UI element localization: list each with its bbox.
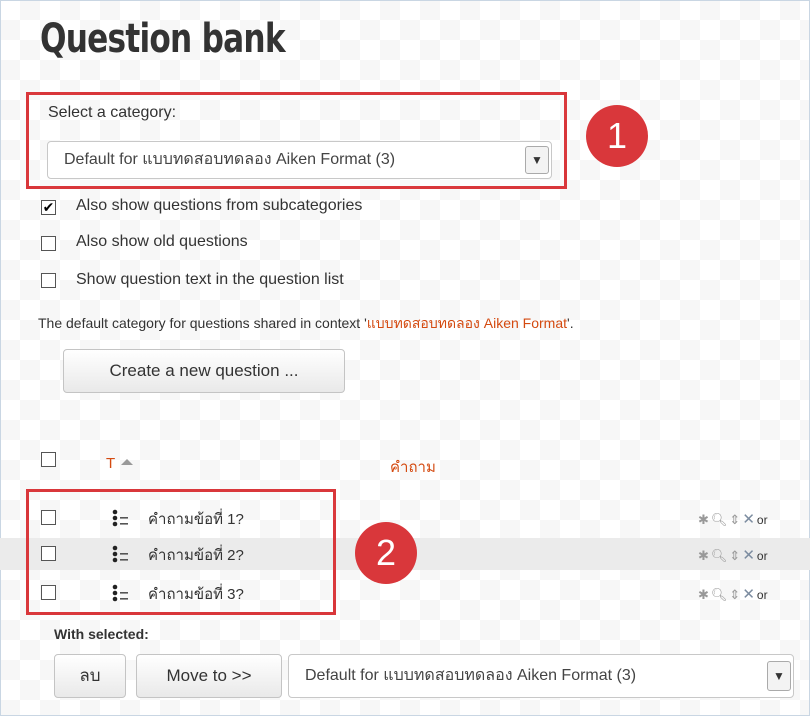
row-actions: ✱ 🔍︎ ⇕ ✕ or xyxy=(698,546,770,564)
category-select[interactable]: Default for แบบทดสอบทดลอง Aiken Format (… xyxy=(47,141,552,179)
column-header-type[interactable]: T xyxy=(106,455,134,472)
row-actions: ✱ 🔍︎ ⇕ ✕ or xyxy=(698,510,770,528)
row-owner: or xyxy=(756,588,768,602)
checkbox-old-questions[interactable] xyxy=(41,236,56,251)
search-icon[interactable]: 🔍︎ xyxy=(711,587,728,603)
page-title: Question bank xyxy=(40,16,286,62)
gear-icon[interactable]: ✱ xyxy=(698,587,709,603)
row-owner: or xyxy=(756,549,768,563)
context-link[interactable]: แบบทดสอบทดลอง Aiken Format xyxy=(367,315,567,331)
sort-up-icon xyxy=(121,459,134,465)
checkbox-show-question-text[interactable] xyxy=(41,273,56,288)
chevron-down-icon: ▼ xyxy=(767,661,791,691)
option-label-old-questions: Also show old questions xyxy=(76,233,248,250)
row-actions: ✱ 🔍︎ ⇕ ✕ or xyxy=(698,585,770,603)
search-icon[interactable]: 🔍︎ xyxy=(711,512,728,528)
move-target-value: Default for แบบทดสอบทดลอง Aiken Format (… xyxy=(305,667,637,684)
column-header-question[interactable]: คำถาม xyxy=(390,455,436,479)
info-suffix: '. xyxy=(567,315,574,331)
search-icon[interactable]: 🔍︎ xyxy=(711,548,728,564)
annotation-box-questions xyxy=(26,489,336,615)
callout-marker-1: 1 xyxy=(586,105,648,167)
move-icon[interactable]: ⇕ xyxy=(729,587,740,603)
create-question-button[interactable]: Create a new question ... xyxy=(63,349,345,393)
category-label: Select a category: xyxy=(48,104,177,121)
option-label-subcategories: Also show questions from subcategories xyxy=(76,197,363,214)
with-selected-label: With selected: xyxy=(54,626,149,642)
delete-icon[interactable]: ✕ xyxy=(742,585,755,603)
select-all-checkbox[interactable] xyxy=(41,452,56,467)
chevron-down-icon: ▼ xyxy=(525,146,549,174)
column-header-type-label: T xyxy=(106,455,116,472)
category-select-value: Default for แบบทดสอบทดลอง Aiken Format (… xyxy=(64,151,396,168)
delete-icon[interactable]: ✕ xyxy=(742,546,755,564)
callout-marker-2: 2 xyxy=(355,522,417,584)
checkbox-subcategories[interactable]: ✔ xyxy=(41,200,56,215)
default-category-info: The default category for questions share… xyxy=(38,313,574,335)
option-label-show-question-text: Show question text in the question list xyxy=(76,271,344,288)
row-owner: or xyxy=(756,513,768,527)
delete-icon[interactable]: ✕ xyxy=(742,510,755,528)
move-icon[interactable]: ⇕ xyxy=(729,512,740,528)
move-target-select[interactable]: Default for แบบทดสอบทดลอง Aiken Format (… xyxy=(288,654,794,698)
info-prefix: The default category for questions share… xyxy=(38,315,367,331)
gear-icon[interactable]: ✱ xyxy=(698,548,709,564)
move-to-button[interactable]: Move to >> xyxy=(136,654,282,698)
gear-icon[interactable]: ✱ xyxy=(698,512,709,528)
move-icon[interactable]: ⇕ xyxy=(729,548,740,564)
delete-button[interactable]: ลบ xyxy=(54,654,126,698)
